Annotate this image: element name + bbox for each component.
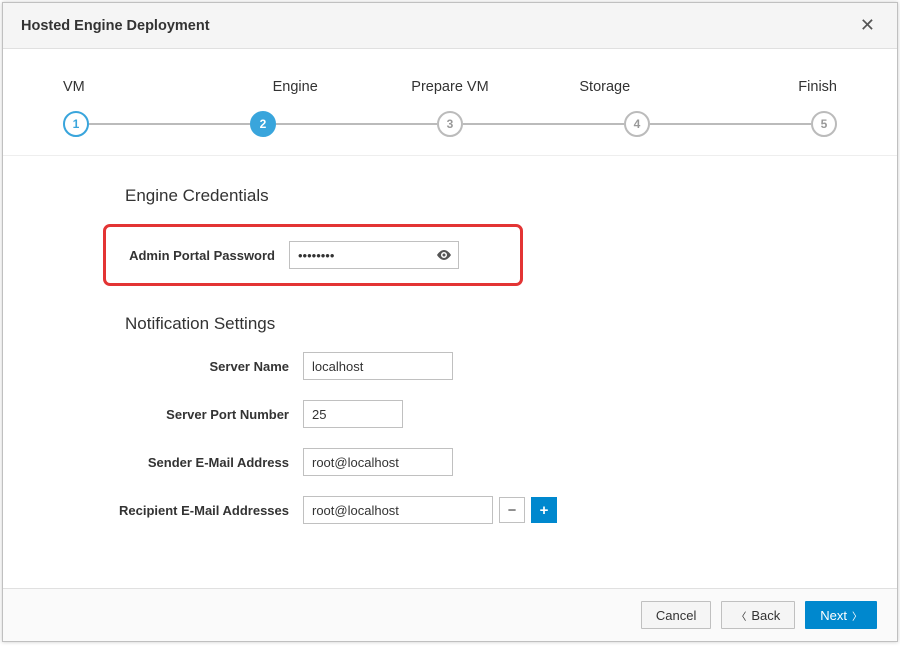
step-circles-row: 1 2 3 4 5 — [63, 111, 837, 137]
step-engine: Engine — [218, 79, 373, 107]
step-circle-1[interactable]: 1 — [63, 111, 89, 137]
remove-recipient-button[interactable]: − — [499, 497, 525, 523]
cancel-button[interactable]: Cancel — [641, 601, 711, 629]
step-storage: Storage — [527, 79, 682, 107]
step-labels-row: VM Engine Prepare VM Storage Finish — [63, 79, 837, 107]
server-name-label: Server Name — [103, 359, 303, 374]
recipient-email-row: Recipient E-Mail Addresses − + — [103, 496, 837, 524]
step-connector — [463, 123, 624, 125]
admin-password-row: Admin Portal Password — [124, 241, 502, 269]
step-circle-4[interactable]: 4 — [624, 111, 650, 137]
sender-email-input[interactable] — [303, 448, 453, 476]
step-connector — [89, 123, 250, 125]
reveal-password-icon[interactable] — [436, 250, 452, 260]
step-connector — [276, 123, 437, 125]
notification-settings-heading: Notification Settings — [125, 314, 837, 334]
engine-credentials-heading: Engine Credentials — [125, 186, 837, 206]
recipient-email-label: Recipient E-Mail Addresses — [103, 503, 303, 518]
step-circle-3[interactable]: 3 — [437, 111, 463, 137]
next-button-label: Next — [820, 608, 847, 623]
step-circle-2[interactable]: 2 — [250, 111, 276, 137]
chevron-left-icon: 〈 — [736, 608, 746, 623]
step-vm: VM — [63, 79, 218, 107]
server-name-row: Server Name — [103, 352, 837, 380]
admin-password-label: Admin Portal Password — [124, 248, 289, 263]
admin-password-input-wrap — [289, 241, 459, 269]
minus-icon: − — [508, 502, 517, 519]
add-recipient-button[interactable]: + — [531, 497, 557, 523]
cancel-button-label: Cancel — [656, 608, 696, 623]
server-port-row: Server Port Number — [103, 400, 837, 428]
step-circle-5[interactable]: 5 — [811, 111, 837, 137]
sender-email-row: Sender E-Mail Address — [103, 448, 837, 476]
dialog-body: Engine Credentials Admin Portal Password… — [3, 156, 897, 588]
dialog-footer: Cancel 〈 Back Next 〉 — [3, 588, 897, 641]
server-name-input[interactable] — [303, 352, 453, 380]
next-button[interactable]: Next 〉 — [805, 601, 877, 629]
server-port-label: Server Port Number — [103, 407, 303, 422]
server-port-input[interactable] — [303, 400, 403, 428]
step-finish: Finish — [682, 79, 837, 107]
close-button[interactable]: ✕ — [856, 15, 879, 36]
dialog-title: Hosted Engine Deployment — [21, 18, 210, 34]
chevron-right-icon: 〉 — [852, 608, 862, 623]
eye-icon — [436, 250, 452, 260]
recipient-email-input[interactable] — [303, 496, 493, 524]
hosted-engine-deployment-dialog: Hosted Engine Deployment ✕ VM Engine Pre… — [2, 2, 898, 642]
admin-password-input[interactable] — [289, 241, 459, 269]
back-button[interactable]: 〈 Back — [721, 601, 795, 629]
back-button-label: Back — [751, 608, 780, 623]
step-prepare-vm: Prepare VM — [373, 79, 528, 107]
sender-email-label: Sender E-Mail Address — [103, 455, 303, 470]
admin-password-highlight: Admin Portal Password — [103, 224, 523, 286]
wizard-steps: VM Engine Prepare VM Storage Finish 1 2 … — [3, 49, 897, 156]
dialog-header: Hosted Engine Deployment ✕ — [3, 3, 897, 49]
step-connector — [650, 123, 811, 125]
plus-icon: + — [540, 502, 549, 519]
